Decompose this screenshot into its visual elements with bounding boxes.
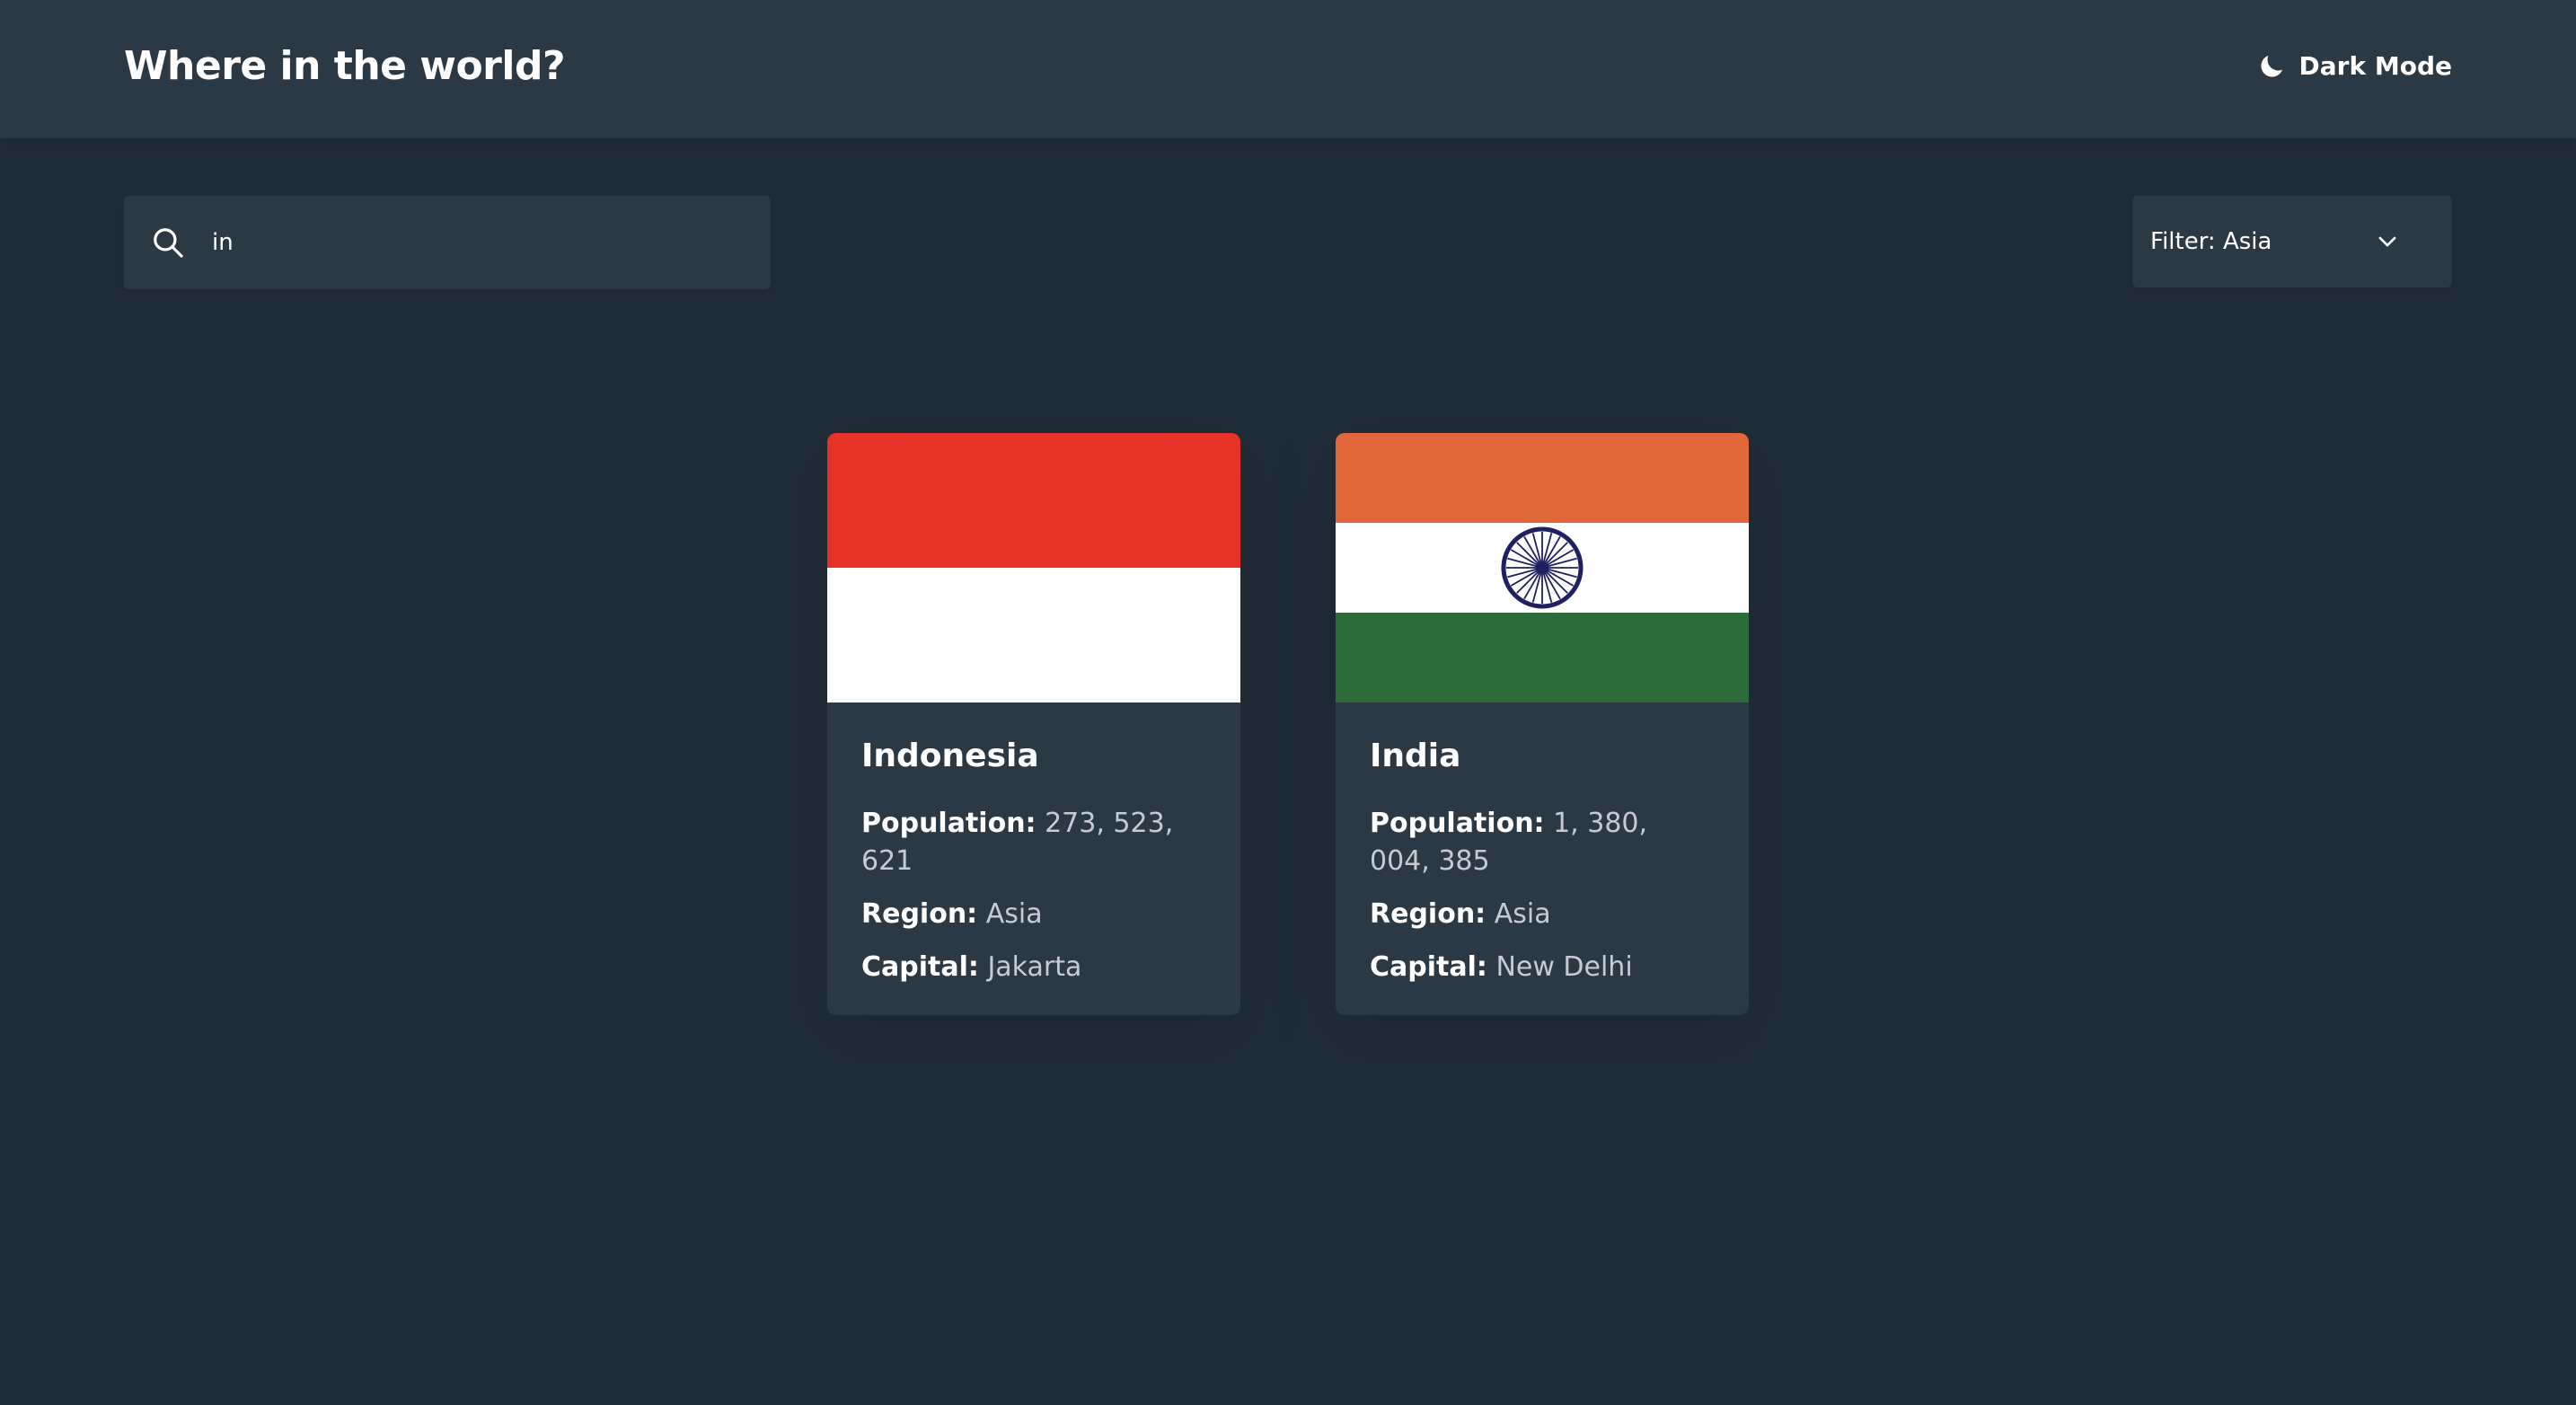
flag-band-green <box>1336 613 1749 702</box>
capital-stat: Capital: New Delhi <box>1370 951 1633 983</box>
search-icon <box>154 228 183 258</box>
app-title: Where in the world? <box>124 43 565 89</box>
flag-band-bottom <box>827 568 1240 702</box>
dark-mode-label: Dark Mode <box>2298 51 2452 81</box>
flag-band-saffron <box>1336 433 1749 523</box>
country-name: India <box>1370 738 1461 774</box>
top-bar: Where in the world? Dark Mode <box>0 0 2576 138</box>
population-stat: Population: 273, 523, 621 <box>861 808 1174 877</box>
country-card-india[interactable]: India Population: 1, 380, 004, 385 Regio… <box>1336 433 1749 1015</box>
region-value: Asia <box>985 898 1043 930</box>
population-stat: Population: 1, 380, 004, 385 <box>1370 808 1648 877</box>
country-name: Indonesia <box>861 738 1039 774</box>
chevron-down-icon <box>2378 236 2396 247</box>
moon-icon <box>2261 55 2282 77</box>
flag-indonesia <box>827 433 1240 702</box>
region-filter-dropdown[interactable]: Filter: Asia <box>2132 196 2452 287</box>
region-stat: Region: Asia <box>1370 898 1551 930</box>
region-stat: Region: Asia <box>861 898 1043 930</box>
region-value: Asia <box>1494 898 1551 930</box>
ashoka-chakra <box>1501 526 1584 609</box>
flag-band-top <box>827 433 1240 568</box>
capital-stat: Capital: Jakarta <box>861 951 1082 983</box>
flag-india <box>1336 433 1749 702</box>
country-card-indonesia[interactable]: Indonesia Population: 273, 523, 621 Regi… <box>827 433 1240 1015</box>
capital-value: Jakarta <box>987 951 1082 983</box>
filter-label: Filter: Asia <box>2150 228 2272 255</box>
capital-value: New Delhi <box>1495 951 1633 983</box>
search-box[interactable] <box>124 196 771 289</box>
search-input[interactable] <box>212 216 771 270</box>
dark-mode-toggle[interactable]: Dark Mode <box>2256 47 2452 86</box>
